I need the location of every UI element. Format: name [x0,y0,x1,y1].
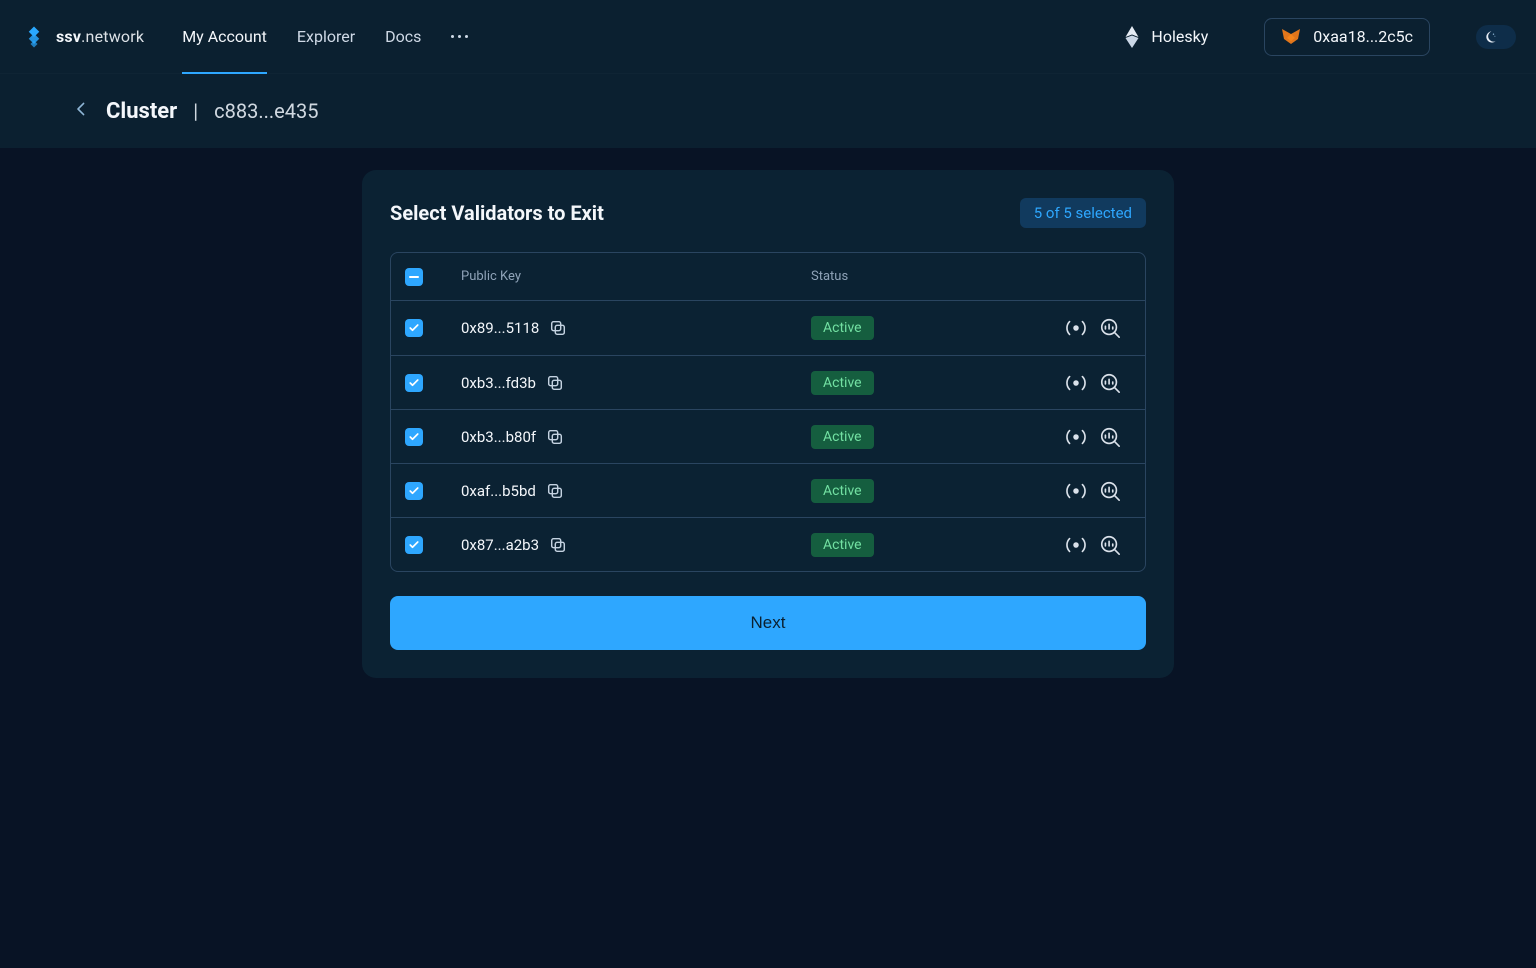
table-row: 0xb3...b80f Active [391,409,1145,463]
metamask-icon [1281,27,1301,47]
selection-badge: 5 of 5 selected [1020,198,1146,228]
brand-logo[interactable]: ssv.network [20,23,144,51]
validator-public-key: 0xb3...fd3b [461,374,536,392]
table-header: Public Key Status [391,253,1145,301]
top-nav: ssv.network My Account Explorer Docs Hol… [0,0,1536,74]
validators-table: Public Key Status 0x89...5118 Active [390,252,1146,572]
ethereum-icon [1125,26,1139,48]
copy-icon[interactable] [549,536,567,554]
status-badge: Active [811,479,874,503]
row-checkbox[interactable] [405,428,423,446]
moon-icon [1480,27,1500,47]
validator-public-key: 0x89...5118 [461,319,539,337]
wallet-address: 0xaa18...2c5c [1313,27,1413,46]
main-area: Select Validators to Exit 5 of 5 selecte… [0,148,1536,718]
row-checkbox[interactable] [405,374,423,392]
status-badge: Active [811,316,874,340]
copy-icon[interactable] [549,319,567,337]
wallet-chip[interactable]: 0xaa18...2c5c [1264,18,1430,56]
nav-docs[interactable]: Docs [385,0,421,74]
brand-thin: .network [81,27,144,46]
copy-icon[interactable] [546,482,564,500]
beacon-link-icon[interactable] [1065,534,1087,556]
network-indicator[interactable]: Holesky [1125,26,1208,48]
row-checkbox[interactable] [405,536,423,554]
nav-more[interactable] [451,0,468,74]
nav-items: My Account Explorer Docs [182,0,468,74]
breadcrumb: Cluster | c883...e435 [0,74,1536,148]
validator-public-key: 0xb3...b80f [461,428,536,446]
analytics-link-icon[interactable] [1099,534,1121,556]
beacon-link-icon[interactable] [1065,426,1087,448]
theme-toggle[interactable] [1476,25,1516,49]
select-validators-card: Select Validators to Exit 5 of 5 selecte… [362,170,1174,678]
analytics-link-icon[interactable] [1099,317,1121,339]
logo-icon [20,23,48,51]
select-all-checkbox[interactable] [405,268,423,286]
brand-name: ssv.network [56,27,144,46]
network-name: Holesky [1151,27,1208,46]
table-row: 0x89...5118 Active [391,301,1145,355]
status-badge: Active [811,425,874,449]
breadcrumb-separator: | [193,99,198,123]
beacon-link-icon[interactable] [1065,372,1087,394]
col-status: Status [811,269,1011,284]
beacon-link-icon[interactable] [1065,480,1087,502]
validator-public-key: 0x87...a2b3 [461,536,539,554]
analytics-link-icon[interactable] [1099,426,1121,448]
beacon-link-icon[interactable] [1065,317,1087,339]
analytics-link-icon[interactable] [1099,480,1121,502]
validator-public-key: 0xaf...b5bd [461,482,536,500]
analytics-link-icon[interactable] [1099,372,1121,394]
table-row: 0xaf...b5bd Active [391,463,1145,517]
back-arrow-icon[interactable] [74,101,90,121]
breadcrumb-title: Cluster [106,99,177,124]
card-title: Select Validators to Exit [390,201,604,225]
status-badge: Active [811,533,874,557]
nav-explorer[interactable]: Explorer [297,0,355,74]
table-row: 0xb3...fd3b Active [391,355,1145,409]
copy-icon[interactable] [546,428,564,446]
row-checkbox[interactable] [405,482,423,500]
row-checkbox[interactable] [405,319,423,337]
col-public-key: Public Key [461,269,811,284]
breadcrumb-id: c883...e435 [214,99,318,123]
card-head: Select Validators to Exit 5 of 5 selecte… [390,198,1146,228]
status-badge: Active [811,371,874,395]
table-row: 0x87...a2b3 Active [391,517,1145,571]
copy-icon[interactable] [546,374,564,392]
brand-bold: ssv [56,27,81,46]
next-button[interactable]: Next [390,596,1146,650]
nav-my-account[interactable]: My Account [182,0,267,74]
